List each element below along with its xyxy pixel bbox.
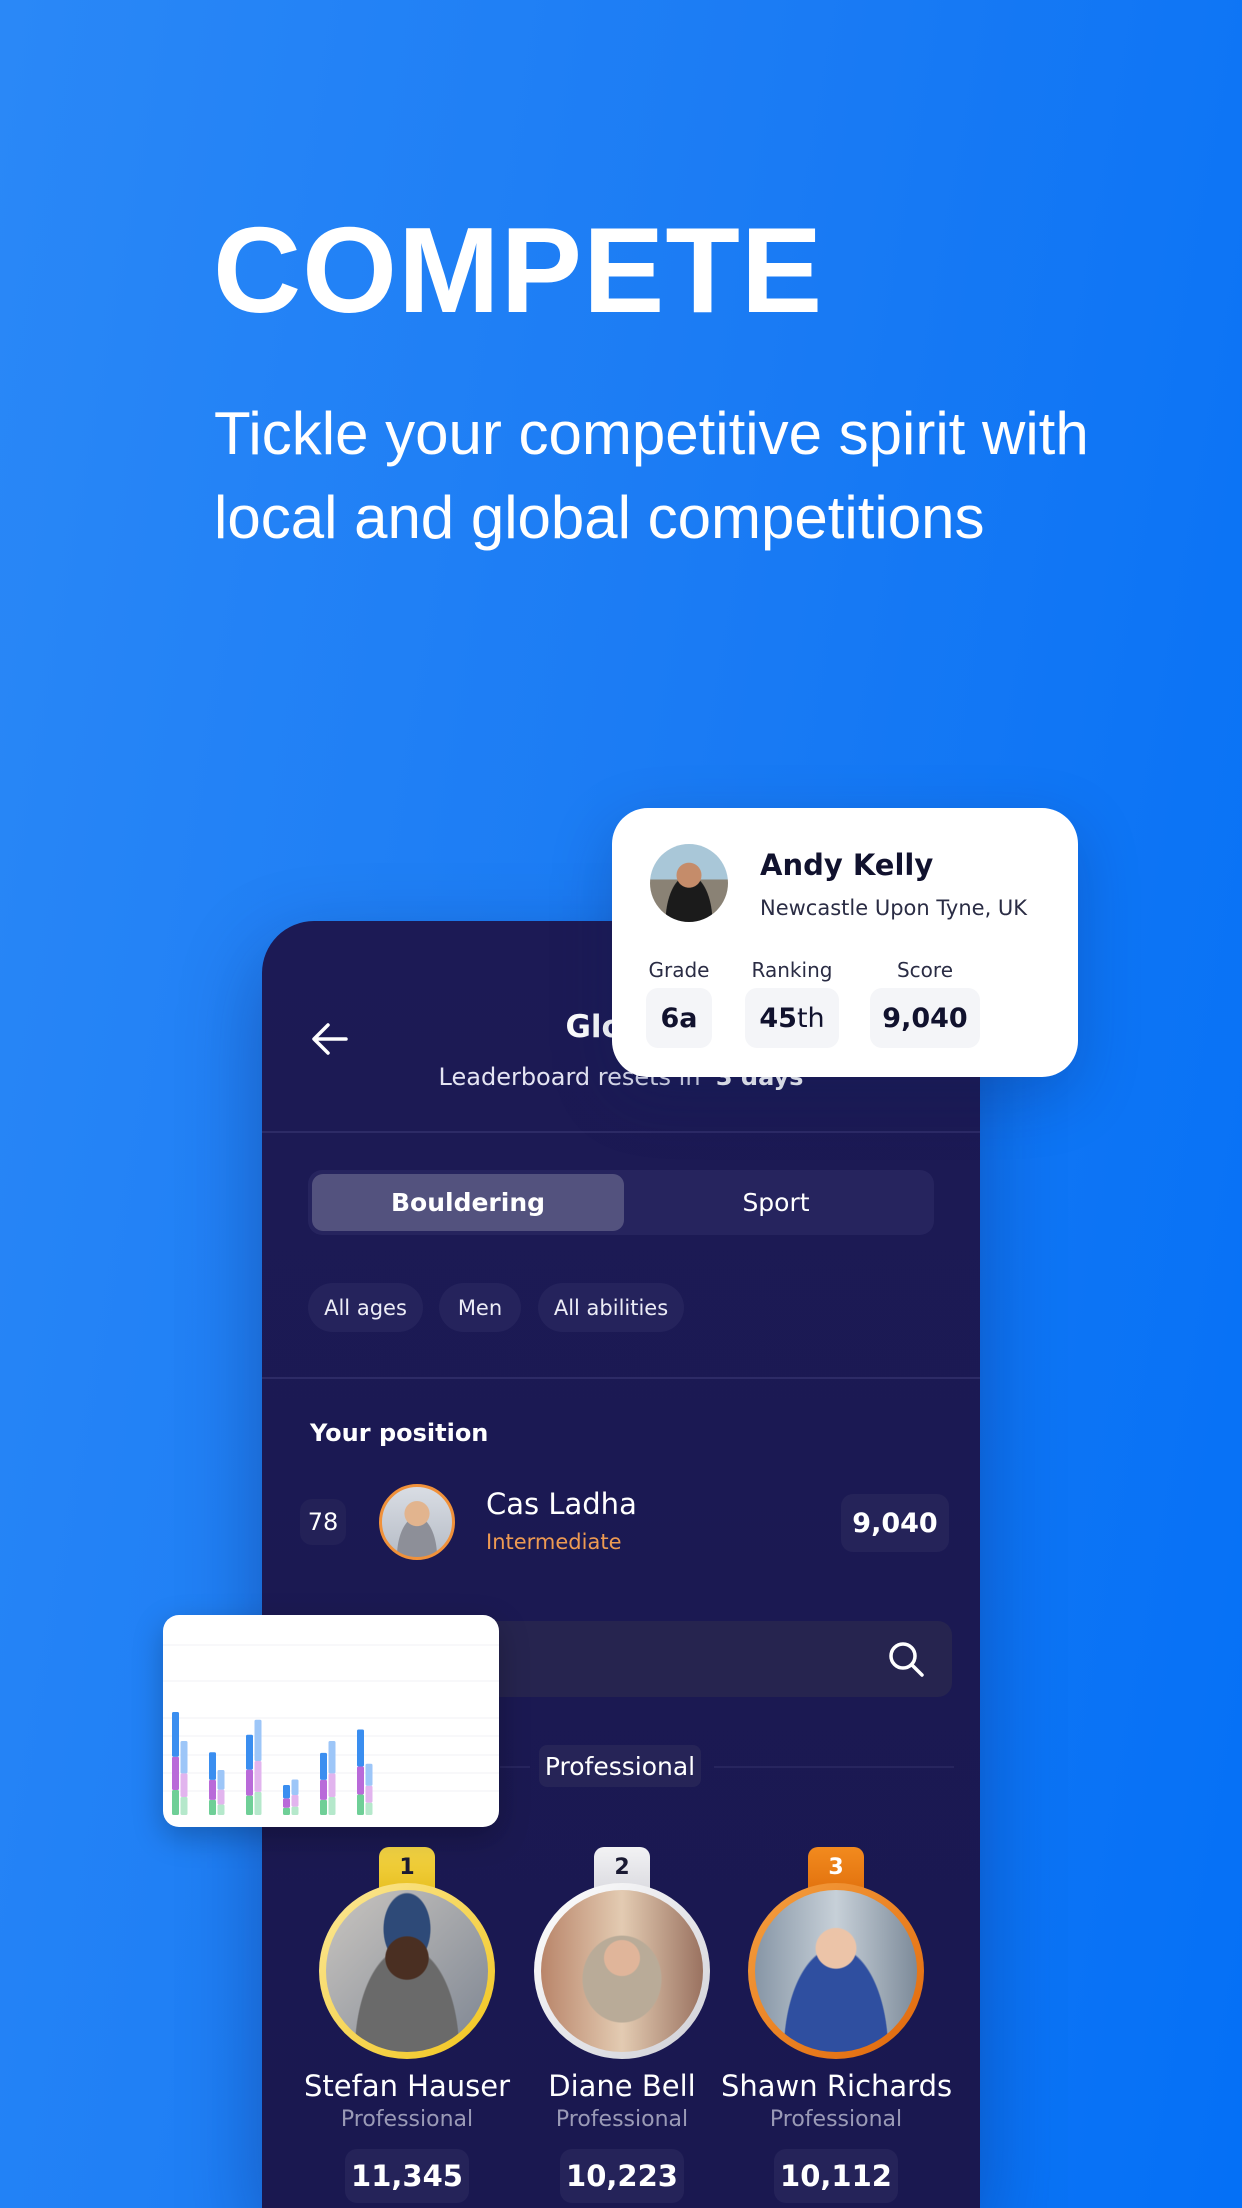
competitor-name: Diane Bell bbox=[548, 2069, 696, 2103]
bar-segment bbox=[291, 1795, 299, 1807]
profile-card[interactable]: Andy Kelly Newcastle Upon Tyne, UK Grade… bbox=[612, 808, 1078, 1077]
bar-segment bbox=[320, 1779, 327, 1800]
bar-segment bbox=[209, 1799, 216, 1815]
bar-segment bbox=[283, 1785, 290, 1799]
bar-segment bbox=[172, 1711, 179, 1757]
bar-segment bbox=[320, 1799, 327, 1815]
divider bbox=[262, 1377, 980, 1379]
score-value: 9,040 bbox=[882, 1002, 968, 1034]
divider bbox=[262, 1131, 980, 1133]
competitor-score: 10,223 bbox=[560, 2149, 684, 2203]
bar-segment bbox=[180, 1797, 188, 1815]
bar-segment bbox=[328, 1741, 336, 1774]
bar-segment bbox=[357, 1766, 364, 1795]
podium-third[interactable]: 3 Shawn Richards Professional 10,112 bbox=[721, 1847, 953, 2203]
profile-name: Andy Kelly bbox=[760, 848, 934, 882]
bar-segment bbox=[172, 1790, 179, 1815]
tab-sport[interactable]: Sport bbox=[620, 1174, 932, 1231]
bar-segment bbox=[209, 1779, 216, 1800]
ranking-suffix: th bbox=[796, 1002, 825, 1034]
medal-ring bbox=[319, 1883, 495, 2059]
bar-segment bbox=[365, 1785, 373, 1803]
stat-label-grade: Grade bbox=[648, 958, 710, 982]
user-name: Cas Ladha bbox=[486, 1487, 637, 1521]
bar-segment bbox=[172, 1756, 179, 1791]
filter-ability[interactable]: All abilities bbox=[538, 1283, 684, 1332]
competitor-name: Shawn Richards bbox=[721, 2069, 953, 2103]
divider bbox=[714, 1766, 954, 1768]
stat-label-score: Score bbox=[896, 958, 953, 982]
filter-age[interactable]: All ages bbox=[308, 1283, 423, 1332]
stat-value-score: 9,040 bbox=[870, 988, 980, 1048]
podium-first[interactable]: 1 Stefan Hauser Professional 11,345 bbox=[292, 1847, 522, 2203]
bar-segment bbox=[291, 1779, 299, 1796]
rank-badge: 78 bbox=[300, 1499, 346, 1545]
discipline-segmented-control: Bouldering Sport bbox=[308, 1170, 934, 1235]
stat-value-ranking: 45th bbox=[745, 988, 839, 1048]
bar-segment bbox=[365, 1763, 373, 1786]
avatar bbox=[379, 1484, 455, 1560]
bar-segment bbox=[357, 1794, 364, 1815]
avatar bbox=[326, 1890, 488, 2052]
search-icon[interactable] bbox=[886, 1639, 926, 1679]
bar-segment bbox=[357, 1729, 364, 1767]
stats-mini-chart bbox=[163, 1615, 499, 1827]
ranking-value: 45 bbox=[759, 1002, 797, 1034]
divider bbox=[500, 1766, 530, 1768]
hero-subtitle: Tickle your competitive spirit with loca… bbox=[214, 400, 1089, 551]
medal-ring bbox=[748, 1883, 924, 2059]
bar-segment bbox=[217, 1770, 225, 1790]
avatar bbox=[541, 1890, 703, 2052]
user-score: 9,040 bbox=[841, 1494, 949, 1552]
avatar bbox=[755, 1890, 917, 2052]
bar-segment bbox=[246, 1734, 253, 1770]
competitor-score: 10,112 bbox=[774, 2149, 898, 2203]
bar-segment bbox=[328, 1773, 336, 1798]
medal-ring bbox=[534, 1883, 710, 2059]
competitor-level: Professional bbox=[769, 2107, 903, 2132]
bar-segment bbox=[283, 1798, 290, 1808]
bar-segment bbox=[180, 1773, 188, 1798]
bar-segment bbox=[328, 1797, 336, 1815]
bar-segment bbox=[254, 1791, 262, 1815]
your-position-heading: Your position bbox=[310, 1419, 489, 1447]
competitor-level: Professional bbox=[340, 2107, 474, 2132]
bar-segment bbox=[291, 1806, 299, 1815]
competitor-level: Professional bbox=[555, 2107, 689, 2132]
bar-segment bbox=[365, 1802, 373, 1815]
bar-segment bbox=[217, 1789, 225, 1805]
stat-label-ranking: Ranking bbox=[751, 958, 833, 982]
stacked-bar-chart bbox=[163, 1644, 499, 1815]
bar-segment bbox=[283, 1807, 290, 1815]
grade-value: 6a bbox=[660, 1002, 698, 1034]
podium-second[interactable]: 2 Diane Bell Professional 10,223 bbox=[507, 1847, 737, 2203]
user-level: Intermediate bbox=[486, 1530, 622, 1554]
bar-segment bbox=[180, 1741, 188, 1774]
bar-segment bbox=[217, 1804, 225, 1815]
hero-title: COMPETE bbox=[213, 202, 824, 338]
competitor-score: 11,345 bbox=[345, 2149, 469, 2203]
tab-bouldering[interactable]: Bouldering bbox=[312, 1174, 624, 1231]
stat-value-grade: 6a bbox=[646, 988, 712, 1048]
bar-segment bbox=[246, 1795, 253, 1815]
profile-location: Newcastle Upon Tyne, UK bbox=[760, 896, 1028, 920]
bar-segment bbox=[254, 1719, 262, 1761]
bar-segment bbox=[254, 1760, 262, 1792]
bar-segment bbox=[209, 1752, 216, 1780]
bar-segment bbox=[320, 1752, 327, 1780]
bar-segment bbox=[246, 1769, 253, 1796]
avatar bbox=[650, 844, 728, 922]
competitor-name: Stefan Hauser bbox=[303, 2069, 511, 2103]
division-label: Professional bbox=[539, 1745, 701, 1787]
filter-gender[interactable]: Men bbox=[439, 1283, 521, 1332]
leaderboard-screen: Global Leaderboard resets in 3 days Boul… bbox=[262, 921, 980, 2208]
